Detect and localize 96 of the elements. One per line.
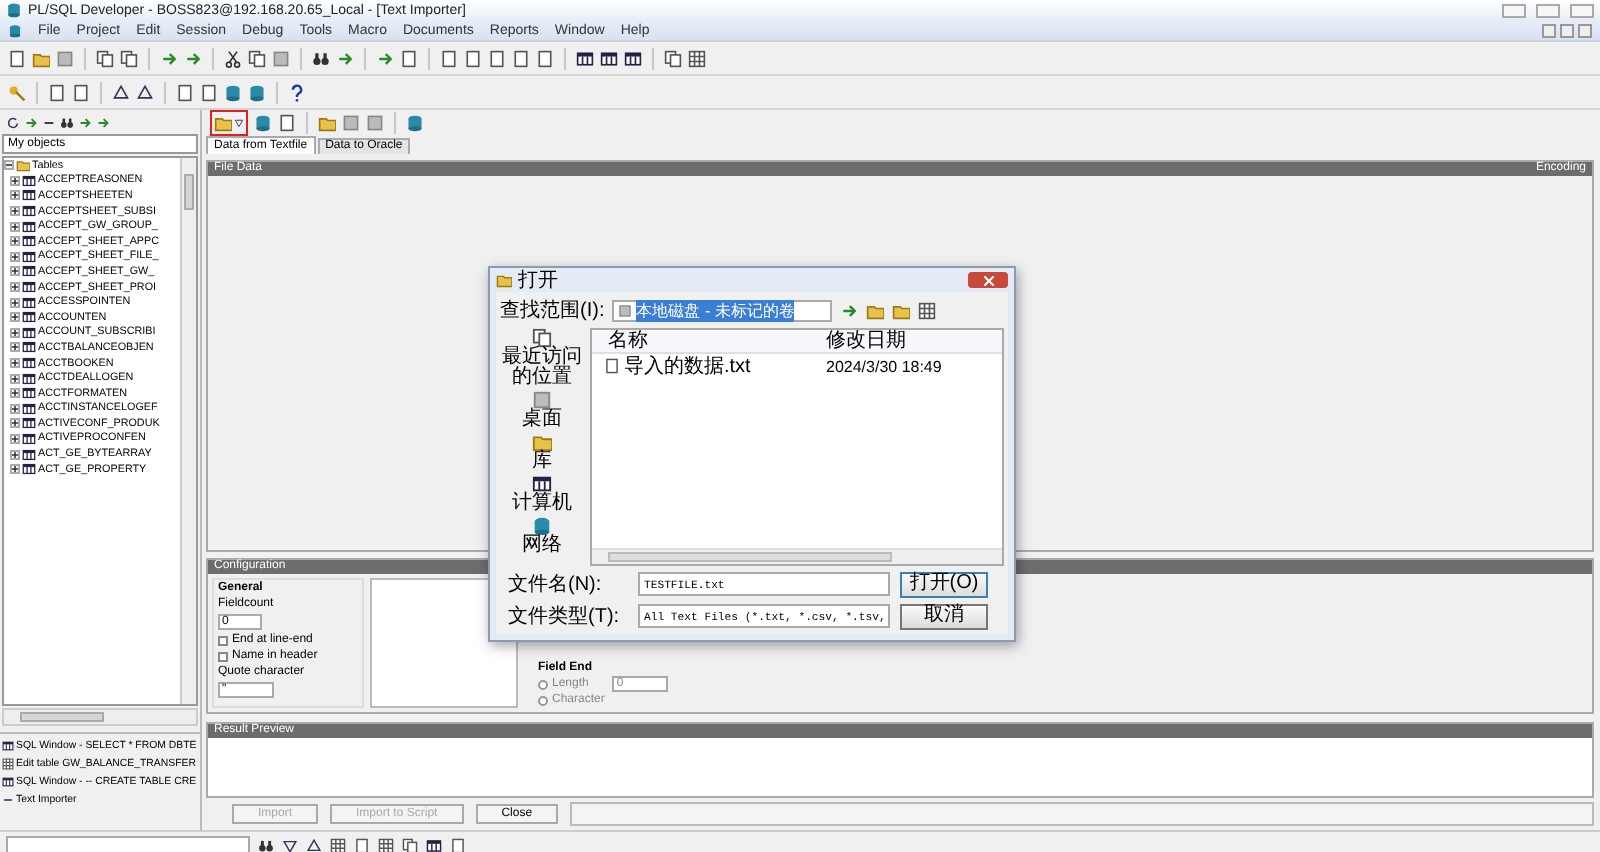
copy-icon (532, 328, 552, 348)
document-icon (604, 358, 620, 374)
grid-icon[interactable] (378, 838, 394, 852)
expand-toggle[interactable] (10, 373, 20, 384)
table-icon (532, 474, 552, 494)
scrollbar[interactable] (180, 158, 196, 704)
document-icon[interactable] (450, 838, 466, 852)
checkbox[interactable] (218, 651, 228, 661)
field-label: 文件类型(T): (508, 603, 622, 630)
table-icon[interactable] (624, 49, 642, 67)
expand-toggle[interactable] (10, 190, 20, 201)
arrow-icon[interactable] (78, 115, 92, 129)
expand-toggle[interactable] (10, 236, 20, 247)
table-icon[interactable] (600, 49, 618, 67)
expand-toggle[interactable] (10, 251, 20, 262)
grid-icon[interactable] (688, 49, 706, 67)
table-icon[interactable] (426, 838, 442, 852)
expand-toggle[interactable] (10, 433, 20, 444)
document-icon[interactable] (8, 49, 26, 67)
expand-toggle[interactable] (10, 221, 20, 232)
arrow-icon[interactable] (376, 49, 394, 67)
grid-icon[interactable] (330, 838, 346, 852)
file-date: 2024/3/30 18:49 (824, 357, 944, 375)
collapse-toggle[interactable] (4, 160, 14, 171)
expand-toggle[interactable] (10, 175, 20, 186)
place-shortcut[interactable]: 计算机 (512, 474, 572, 514)
database-icon[interactable] (224, 83, 242, 101)
expand-toggle[interactable] (10, 418, 20, 429)
button[interactable]: 打开(O) (900, 571, 988, 597)
document-icon[interactable] (278, 114, 296, 132)
arrow-icon[interactable] (184, 49, 202, 67)
dialog-title: 打开 (518, 267, 558, 294)
scissors-icon[interactable] (224, 49, 242, 67)
database-icon (8, 23, 22, 37)
database-icon[interactable] (248, 83, 266, 101)
folder-icon (496, 272, 512, 288)
arrow-icon[interactable] (840, 301, 859, 319)
database-icon (6, 2, 22, 18)
document-icon[interactable] (354, 838, 370, 852)
expand-toggle[interactable] (10, 403, 20, 414)
arrow-icon[interactable] (336, 49, 354, 67)
place-shortcut[interactable]: 库 (532, 432, 552, 472)
button[interactable]: 取消 (900, 603, 988, 629)
column-header[interactable]: 名称 (592, 330, 810, 352)
document-icon[interactable] (400, 49, 418, 67)
binoculars-icon[interactable] (60, 115, 74, 129)
help-icon[interactable] (288, 83, 306, 101)
field-label: 文件名(N): (508, 571, 604, 598)
table-icon (2, 740, 14, 752)
place-shortcut[interactable]: 最近访问的位置 (500, 328, 584, 388)
scrollbar[interactable] (2, 708, 198, 726)
folder-icon[interactable] (214, 114, 232, 132)
place-shortcut[interactable]: 桌面 (522, 390, 562, 430)
database-icon[interactable] (254, 114, 272, 132)
copy-icon[interactable] (402, 838, 418, 852)
file-name[interactable]: 导入的数据.txt (624, 352, 751, 380)
folder-icon[interactable] (318, 114, 336, 132)
close-icon (983, 275, 993, 285)
expand-toggle[interactable] (10, 297, 20, 308)
refresh-icon[interactable] (6, 115, 20, 129)
table-icon (2, 776, 14, 788)
expand-toggle[interactable] (10, 206, 20, 217)
binoculars-icon[interactable] (312, 49, 330, 67)
scrollbar[interactable] (592, 548, 1002, 564)
triangle-icon[interactable] (234, 118, 244, 128)
checkbox[interactable] (218, 635, 228, 645)
table-icon[interactable] (576, 49, 594, 67)
binoculars-icon[interactable] (258, 838, 274, 852)
expand-toggle[interactable] (10, 282, 20, 293)
database-icon (532, 516, 552, 536)
minus-icon (2, 794, 14, 806)
expand-toggle[interactable] (10, 342, 20, 353)
close-button[interactable] (968, 272, 1008, 288)
field-label: 查找范围(I): (500, 297, 605, 324)
expand-toggle[interactable] (10, 358, 20, 369)
expand-toggle[interactable] (10, 266, 20, 277)
location-dropdown[interactable]: 本地磁盘 - 未标记的卷 (612, 299, 833, 321)
grid-icon (2, 758, 14, 770)
expand-toggle[interactable] (10, 464, 20, 475)
key-icon[interactable] (8, 83, 26, 101)
arrow-icon[interactable] (96, 115, 110, 129)
folder-icon (532, 432, 552, 452)
arrow-icon[interactable] (24, 115, 38, 129)
expand-toggle[interactable] (10, 449, 20, 460)
grid-icon[interactable] (918, 301, 937, 319)
database-icon[interactable] (406, 114, 424, 132)
column-header[interactable]: 修改日期 (810, 330, 1002, 352)
place-shortcut[interactable]: 网络 (522, 516, 562, 556)
arrow-icon[interactable] (160, 49, 178, 67)
expand-toggle[interactable] (10, 327, 20, 338)
expand-toggle[interactable] (10, 312, 20, 323)
folder-icon[interactable] (32, 49, 50, 67)
copy-icon[interactable] (248, 49, 266, 67)
copy-icon[interactable] (664, 49, 682, 67)
folder-icon (16, 158, 30, 173)
expand-toggle[interactable] (10, 388, 20, 399)
